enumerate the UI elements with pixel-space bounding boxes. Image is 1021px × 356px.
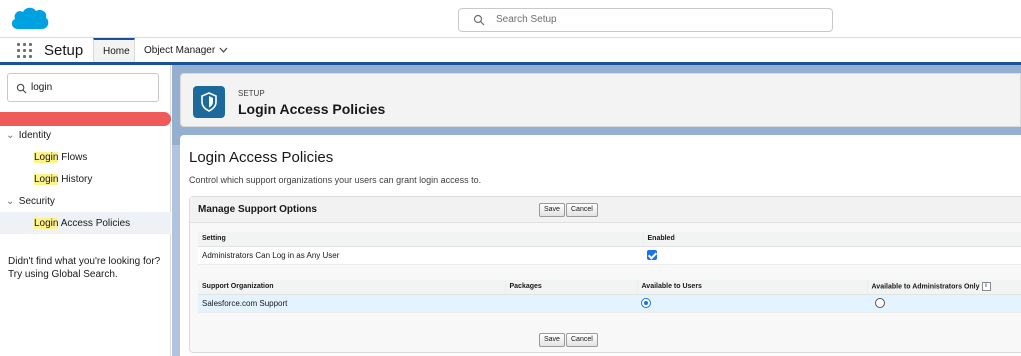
header-title: Login Access Policies xyxy=(238,101,386,117)
shield-icon xyxy=(201,92,217,112)
cancel-button[interactable]: Cancel xyxy=(566,203,598,217)
global-header: Search Setup xyxy=(0,0,1021,38)
table-header-row: Setting Enabled xyxy=(198,232,1021,247)
header-icon-tile xyxy=(193,86,225,118)
block-header: Manage Support Options Save Cancel xyxy=(190,197,1021,223)
tab-home-label: Home xyxy=(103,46,130,57)
search-icon xyxy=(473,14,485,26)
enabled-checkbox[interactable] xyxy=(647,250,657,260)
available-to-users-radio[interactable] xyxy=(641,298,651,308)
organization-name: Salesforce.com Support xyxy=(198,294,505,313)
column-header: Available to Users xyxy=(637,280,868,295)
global-search-hint: Try using Global Search. xyxy=(8,269,118,280)
column-header: Packages xyxy=(505,280,638,295)
save-button-bottom[interactable]: Save xyxy=(539,333,565,347)
tree-node-label: Security xyxy=(18,196,55,207)
column-header: Enabled xyxy=(643,232,1021,247)
not-found-line: Didn't find what you're looking for? xyxy=(8,256,161,267)
page-description: Control which support organizations your… xyxy=(189,175,482,185)
column-header: Support Organization xyxy=(198,280,506,295)
sidebar-item-login-history[interactable]: Login History xyxy=(34,174,92,185)
column-header: Setting xyxy=(198,232,644,247)
search-highlight: Login xyxy=(34,174,59,185)
sidebar-item-login-access-policies[interactable]: Login Access Policies xyxy=(34,218,130,229)
global-search-input[interactable]: Search Setup xyxy=(458,8,833,32)
column-header-label: Available to Administrators Only xyxy=(871,283,980,291)
not-found-hint: Didn't find what you're looking for? Try… xyxy=(8,255,168,281)
admins-only-header: Available to Administrators Only i xyxy=(867,280,1021,295)
setup-sidebar: login ⌄ Identity Login Flows Login Histo… xyxy=(0,65,171,356)
app-nav-bar: Setup Home Object Manager xyxy=(0,38,1021,65)
block-title: Manage Support Options xyxy=(198,204,317,215)
support-organizations-table: Support Organization Packages Available … xyxy=(198,280,1021,313)
table-header-row: Support Organization Packages Available … xyxy=(198,280,1021,295)
tab-home[interactable]: Home xyxy=(93,38,135,62)
tree-node-security[interactable]: ⌄ Security xyxy=(6,196,55,207)
table-row: Administrators Can Log in as Any User xyxy=(198,246,1021,265)
search-placeholder: Search Setup xyxy=(496,14,557,25)
packages-cell xyxy=(505,294,637,313)
page-header: SETUP Login Access Policies xyxy=(180,73,1021,127)
app-name: Setup xyxy=(44,42,84,59)
tab-object-manager[interactable]: Object Manager xyxy=(136,38,238,62)
save-button[interactable]: Save xyxy=(539,203,565,217)
cancel-button-bottom[interactable]: Cancel xyxy=(566,333,598,347)
red-annotation-bar xyxy=(0,112,171,126)
main-content: SETUP Login Access Policies Login Access… xyxy=(172,65,1021,356)
sidebar-item-label: Access Policies xyxy=(58,218,131,229)
tab-object-manager-label: Object Manager xyxy=(144,45,216,56)
search-highlight: Login xyxy=(34,218,59,229)
page-title: Login Access Policies xyxy=(189,149,334,166)
salesforce-logo[interactable] xyxy=(8,5,50,33)
quick-find-input[interactable]: login xyxy=(7,73,159,102)
setting-name: Administrators Can Log in as Any User xyxy=(198,246,643,265)
chevron-down-icon: ⌄ xyxy=(6,196,15,207)
manage-support-options-block: Manage Support Options Save Cancel Setti… xyxy=(189,196,1021,353)
quick-find-value: login xyxy=(31,82,53,93)
tree-node-identity[interactable]: ⌄ Identity xyxy=(6,130,51,141)
search-highlight: Login xyxy=(34,152,59,163)
info-icon[interactable]: i xyxy=(981,282,991,292)
tree-node-label: Identity xyxy=(18,130,52,141)
sidebar-item-label: History xyxy=(58,174,93,185)
settings-table: Setting Enabled Administrators Can Log i… xyxy=(198,232,1021,265)
table-row: Salesforce.com Support xyxy=(198,294,1021,313)
chevron-down-icon: ⌄ xyxy=(6,130,15,141)
sidebar-item-login-flows[interactable]: Login Flows xyxy=(34,152,87,163)
content-card: Login Access Policies Control which supp… xyxy=(180,135,1021,356)
available-to-admins-radio[interactable] xyxy=(875,298,885,308)
sidebar-item-label: Flows xyxy=(58,152,88,163)
app-launcher-icon[interactable] xyxy=(17,43,33,59)
chevron-down-icon[interactable] xyxy=(219,47,228,53)
header-eyebrow: SETUP xyxy=(238,89,265,98)
search-icon xyxy=(16,83,27,94)
